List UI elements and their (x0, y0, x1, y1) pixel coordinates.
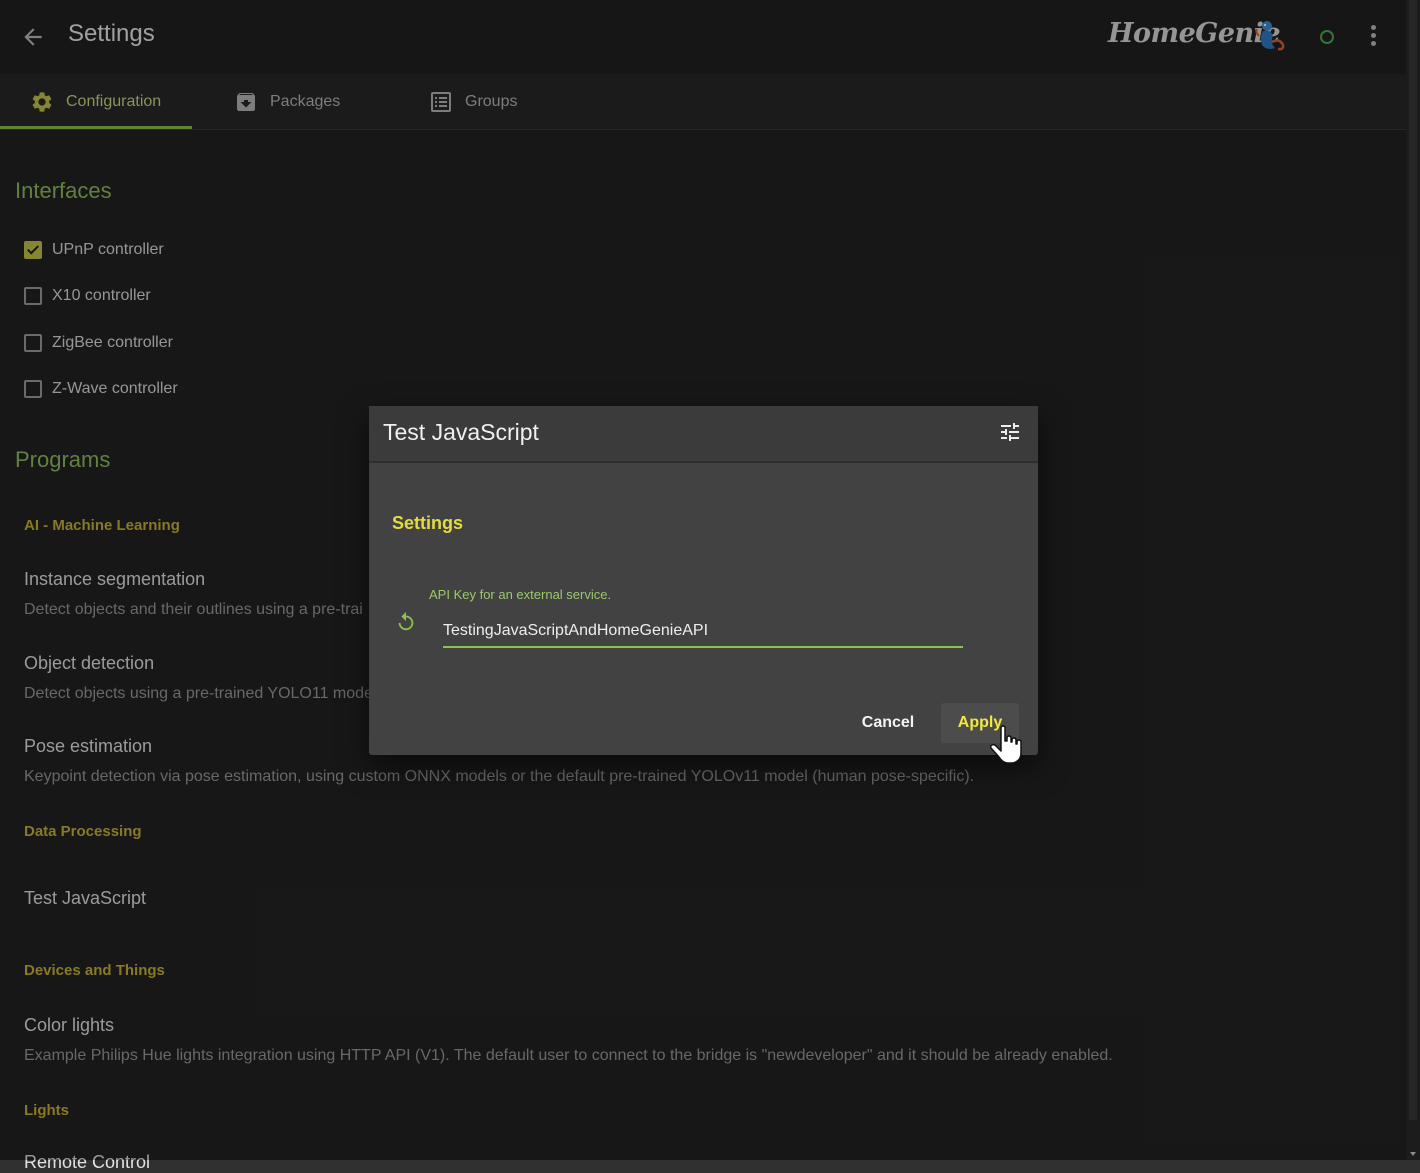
vertical-scrollbar[interactable] (1406, 0, 1420, 1160)
scroll-down-arrow-icon[interactable] (1410, 1152, 1416, 1156)
cancel-button[interactable]: Cancel (849, 703, 927, 743)
api-key-label: API Key for an external service. (429, 587, 612, 602)
dialog-header: Test JavaScript (369, 406, 1038, 463)
api-key-input[interactable] (443, 616, 963, 648)
reset-icon[interactable] (395, 610, 417, 634)
scrollbar-thumb[interactable] (1409, 0, 1417, 1120)
dialog-title: Test JavaScript (383, 419, 539, 445)
tune-icon[interactable] (998, 420, 1022, 444)
hand-pointer-cursor-icon (989, 725, 1022, 764)
settings-section-heading: Settings (392, 513, 464, 533)
program-settings-dialog: Test JavaScript Settings API Key for an … (369, 406, 1038, 755)
